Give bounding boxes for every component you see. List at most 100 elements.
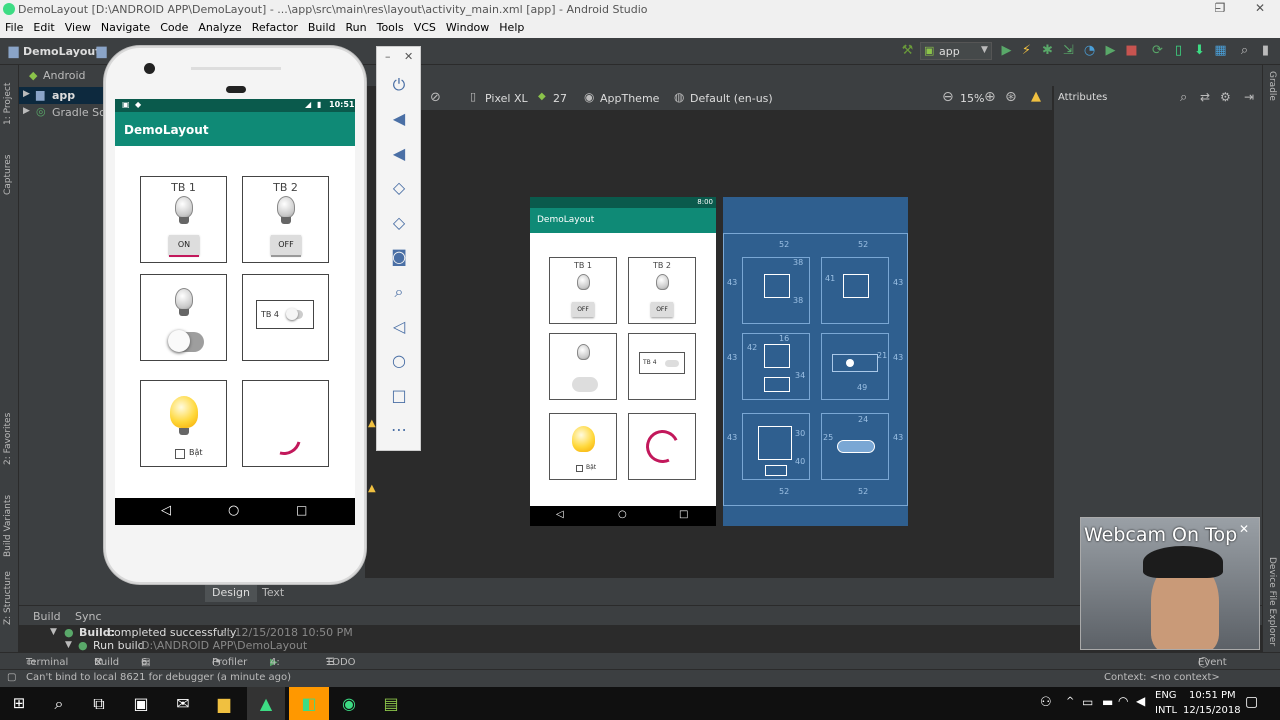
theme-selector[interactable]: AppTheme [600,92,659,105]
attach-debugger-icon[interactable]: ⇲ [1061,43,1076,58]
search-icon[interactable]: ⌕ [1180,90,1187,105]
back-icon[interactable]: ◁ [389,317,409,337]
screen-icon[interactable]: ▭ [1082,695,1093,709]
run-config-dropdown[interactable]: ▣ app ▼ [920,42,992,60]
collapse-arrow-icon[interactable]: ▼ [65,640,72,650]
close-icon[interactable]: ✕ [404,50,413,63]
store-icon[interactable]: ▣ [122,687,160,720]
menu-navigate[interactable]: Navigate [96,19,155,34]
close-icon[interactable]: ✕ [1239,522,1249,536]
more-icon[interactable]: ▮ [1258,43,1273,58]
device-selector[interactable]: Pixel XL [485,92,528,105]
clock-time[interactable]: 10:51 PM [1189,690,1236,701]
back-icon[interactable]: ◁ [161,503,171,518]
people-icon[interactable]: ⚇ [1040,695,1052,710]
warning-icon[interactable]: ▲ [1031,89,1041,104]
menu-edit[interactable]: Edit [28,19,59,34]
tool-device-file-explorer[interactable]: Device File Explorer [1267,557,1277,646]
home-icon[interactable]: ○ [389,351,409,371]
tool-captures[interactable]: Captures [3,155,13,195]
tool-build-variants[interactable]: Build Variants [3,495,13,557]
tool-project[interactable]: 1: Project [3,83,13,125]
volume-down-icon[interactable]: ◀ [389,144,409,164]
search-icon[interactable]: ⌕ [1237,43,1252,58]
tb4-switch-thumb[interactable] [286,308,298,320]
volume-icon[interactable]: ◀ [1136,694,1145,708]
cell-switch[interactable] [140,274,227,361]
preview-cell-switch[interactable] [549,333,617,400]
cell-tb1[interactable]: TB 1 ON [140,176,227,263]
task-view-icon[interactable]: ⧉ [80,687,118,720]
project-view-selector[interactable]: Android [43,69,86,82]
tool-gradle[interactable]: Gradle [1267,71,1277,101]
menu-window[interactable]: Window [441,19,494,34]
search-icon[interactable]: ⌕ [40,687,78,720]
layout-preview[interactable]: 8:00 DemoLayout TB 1 OFF TB 2 OFF TB 4 B… [530,197,716,526]
zoom-in-icon[interactable]: ⊕ [984,89,996,105]
avd-manager-icon[interactable]: ▯ [1171,43,1186,58]
tab-text[interactable]: Text [255,584,291,602]
tb4-box[interactable]: TB 4 [256,300,314,329]
clock-date[interactable]: 12/15/2018 [1183,705,1241,716]
api-selector[interactable]: 27 [553,92,567,105]
tb2-toggle-button[interactable]: OFF [271,235,301,255]
android-studio-taskbar-icon[interactable]: ▲ [247,687,285,720]
breadcrumb-project[interactable]: DemoLayout [23,45,101,58]
language-top[interactable]: ENG [1155,690,1177,701]
menu-help[interactable]: Help [494,19,529,34]
sdk-manager-icon[interactable]: ⬇ [1192,43,1207,58]
camera-icon[interactable]: ◙ [389,247,409,267]
rotate-left-icon[interactable]: ◇ [389,178,409,198]
cell-progress[interactable] [242,380,329,467]
cell-tb2[interactable]: TB 2 OFF [242,176,329,263]
profiler-icon[interactable]: ◔ [1082,43,1097,58]
zoom-icon[interactable]: ⌕ [389,282,409,302]
menu-file[interactable]: File [0,19,28,34]
tool-favorites[interactable]: 2: Favorites [3,413,13,465]
stop-icon[interactable]: ■ [1124,43,1139,58]
phone-screen[interactable]: TB 1 ON TB 2 OFF TB 4 Bật [115,99,355,525]
tool-structure[interactable]: Z: Structure [3,571,13,625]
volume-up-icon[interactable]: ◀ [389,109,409,129]
close-button[interactable]: ✕ [1240,1,1280,18]
coverage-icon[interactable]: ▶ [1103,43,1118,58]
mail-icon[interactable]: ✉ [164,687,202,720]
maximize-button[interactable]: ❐ [1200,1,1240,18]
camtasia-icon[interactable]: ◧ [289,687,329,720]
more-icon[interactable]: ⋯ [389,420,409,440]
apply-changes-icon[interactable]: ⚡ [1019,43,1034,58]
hide-icon[interactable]: ⇥ [1244,90,1254,104]
swap-icon[interactable]: ⇄ [1200,90,1210,104]
preview-cell-tb4[interactable]: TB 4 [628,333,696,400]
notes-icon[interactable]: ▤ [372,687,410,720]
power-icon[interactable]: ⏻ [389,75,409,95]
overview-icon[interactable]: □ [389,386,409,406]
hammer-icon[interactable]: ⚒ [900,43,915,58]
checkbox[interactable] [175,449,185,459]
tab-design[interactable]: Design [205,584,257,602]
action-center-icon[interactable]: ▢ [1245,694,1258,710]
preview-cell-tb2[interactable]: TB 2 OFF [628,257,696,324]
tab-build-output[interactable]: Build [33,610,61,623]
tab-sync[interactable]: Sync [75,610,102,623]
home-icon[interactable]: ○ [228,503,239,518]
menu-view[interactable]: View [60,19,96,34]
menu-run[interactable]: Run [341,19,372,34]
tb1-toggle-button[interactable]: ON [169,235,199,255]
app-icon[interactable]: ◉ [330,687,368,720]
project-structure-icon[interactable]: ▦ [1213,43,1228,58]
sync-gradle-icon[interactable]: ⟳ [1150,43,1165,58]
switch-thumb[interactable] [168,330,190,352]
language-bottom[interactable]: INTL [1155,705,1177,716]
menu-analyze[interactable]: Analyze [193,19,246,34]
rotate-right-icon[interactable]: ◇ [389,213,409,233]
orientation-icon[interactable]: ⊘ [430,90,441,105]
zoom-fit-icon[interactable]: ⊛ [1005,89,1017,105]
windows-start-icon[interactable]: ⊞ [0,687,38,720]
settings-icon[interactable]: ⚙ [1220,90,1231,104]
webcam-overlay[interactable]: Webcam On Top ✕ [1080,517,1260,650]
menu-refactor[interactable]: Refactor [247,19,303,34]
battery-icon[interactable]: ▬ [1102,695,1113,709]
preview-cell-tb1[interactable]: TB 1 OFF [549,257,617,324]
minimize-icon[interactable]: – [385,50,391,63]
